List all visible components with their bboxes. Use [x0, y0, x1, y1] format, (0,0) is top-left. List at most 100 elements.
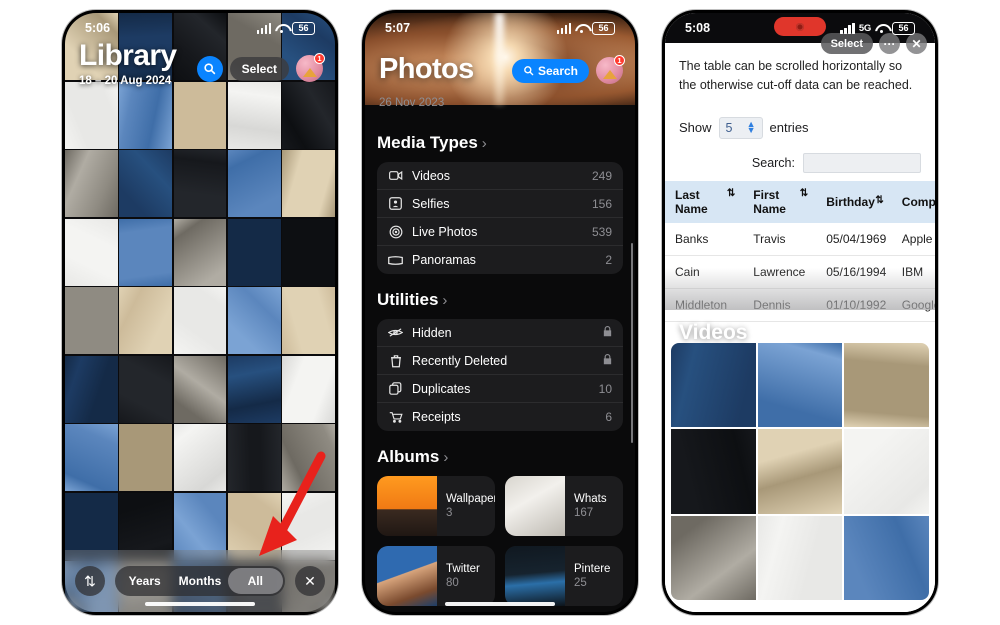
segment-years[interactable]: Years	[117, 568, 172, 594]
videos-thumbnail-grid[interactable]	[671, 343, 929, 600]
list-item-label: Live Photos	[412, 224, 478, 239]
video-thumbnail[interactable]	[671, 429, 756, 514]
video-thumbnail[interactable]	[844, 515, 929, 600]
photo-thumbnail[interactable]	[119, 81, 173, 149]
photo-thumbnail[interactable]	[282, 355, 335, 423]
photo-thumbnail[interactable]	[227, 287, 281, 354]
avatar[interactable]: 1	[296, 53, 325, 82]
column-header-first-name[interactable]: ⇅ First Name	[743, 180, 817, 223]
table-row[interactable]: Banks Travis 05/04/1969 Apple	[665, 222, 935, 256]
photo-thumbnail[interactable]	[173, 424, 227, 491]
list-item[interactable]: Live Photos 539	[377, 218, 623, 246]
segment-months[interactable]: Months	[172, 568, 227, 594]
column-header-birthday[interactable]: ⇅ Birthday	[816, 180, 892, 223]
list-item-label: Videos	[412, 168, 450, 183]
select-button[interactable]: Select	[229, 56, 289, 81]
entries-select[interactable]: 5 ▲ ▼	[718, 116, 763, 139]
sort-updown-icon[interactable]: ⇅	[75, 566, 105, 596]
photo-thumbnail[interactable]	[282, 150, 335, 217]
list-item-count: 249	[591, 168, 612, 183]
video-thumbnail[interactable]	[671, 515, 756, 600]
search-input[interactable]	[803, 152, 921, 173]
photo-thumbnail[interactable]	[65, 424, 118, 491]
close-icon[interactable]: ✕	[295, 566, 325, 596]
photo-thumbnail[interactable]	[227, 218, 281, 286]
video-thumbnail[interactable]	[844, 343, 929, 428]
column-label: First Name	[753, 187, 786, 216]
photos-scroll-body[interactable]: Media Types › Videos 249 Selfies 156 Liv…	[365, 117, 635, 612]
list-item[interactable]: Receipts 6	[377, 403, 623, 431]
column-header-last-name[interactable]: ⇅ Last Name	[665, 180, 744, 223]
list-item[interactable]: Panoramas 2	[377, 246, 623, 274]
album-card[interactable]: Whats 167	[505, 476, 623, 536]
list-item-label: Panoramas	[412, 253, 476, 267]
photo-thumbnail[interactable]	[119, 287, 173, 354]
hero-date-label: 26 Nov 2023	[379, 97, 445, 109]
library-photo-grid[interactable]	[65, 13, 335, 612]
photo-thumbnail[interactable]	[65, 218, 118, 286]
photo-thumbnail[interactable]	[227, 355, 281, 423]
section-title: Media Types	[377, 133, 478, 152]
table-screen: 5:08 5G 56 The table can be scrolled hor…	[665, 13, 935, 612]
photos-actions: Search 1	[511, 55, 625, 84]
photo-thumbnail[interactable]	[119, 424, 173, 491]
photo-thumbnail[interactable]	[282, 424, 335, 491]
photo-thumbnail[interactable]	[282, 287, 335, 354]
section-header-utilities[interactable]: Utilities ›	[377, 290, 623, 310]
photo-thumbnail[interactable]	[119, 355, 173, 423]
search-button[interactable]: Search	[511, 58, 589, 83]
video-thumbnail[interactable]	[757, 515, 843, 600]
album-thumbnail	[505, 546, 565, 606]
section-header-albums[interactable]: Albums ›	[377, 447, 623, 467]
video-thumbnail[interactable]	[844, 429, 929, 514]
column-header-company[interactable]: Compan	[891, 180, 935, 223]
timeframe-segmented-control[interactable]: Years Months All	[115, 566, 285, 596]
cell-first-name: Travis	[743, 222, 817, 256]
photo-thumbnail[interactable]	[173, 355, 227, 423]
photo-thumbnail[interactable]	[65, 81, 118, 149]
photo-thumbnail[interactable]	[173, 150, 227, 217]
photo-thumbnail[interactable]	[227, 424, 281, 491]
photo-thumbnail[interactable]	[65, 287, 118, 354]
cellular-signal-icon	[840, 22, 855, 34]
table-header-row: ⇅ Last Name ⇅ First Name ⇅ Birthday Comp	[665, 180, 935, 223]
photo-thumbnail[interactable]	[227, 81, 281, 149]
screenshot-stage: 5:06 56 Library 18 – 20 Aug 2024 Select	[0, 0, 1000, 625]
album-card[interactable]: Wallpapers 3	[377, 476, 495, 536]
vertical-scrollbar[interactable]	[630, 243, 633, 443]
video-thumbnail[interactable]	[757, 429, 843, 514]
show-label: Show	[679, 120, 712, 135]
album-card[interactable]: Twitter 80	[377, 546, 495, 606]
album-card[interactable]: Pintere 25	[505, 546, 623, 606]
photo-thumbnail[interactable]	[119, 218, 173, 286]
photo-thumbnail[interactable]	[65, 355, 118, 423]
video-thumbnail[interactable]	[757, 343, 843, 428]
avatar[interactable]: 1	[596, 55, 625, 84]
photo-thumbnail[interactable]	[173, 287, 227, 354]
photo-thumbnail[interactable]	[173, 81, 227, 149]
photo-thumbnail[interactable]	[65, 150, 118, 217]
photo-thumbnail[interactable]	[282, 81, 335, 149]
video-thumbnail[interactable]	[671, 343, 756, 428]
segment-all[interactable]: All	[227, 568, 283, 594]
photos-screen: 5:07 56 Photos 26 Nov 2023 Search 1 Medi…	[365, 13, 635, 612]
entries-label: entries	[769, 120, 809, 135]
search-button[interactable]	[196, 55, 223, 82]
list-item[interactable]: Hidden	[377, 319, 623, 347]
photo-thumbnail[interactable]	[119, 150, 173, 217]
chevron-right-icon: ›	[481, 134, 487, 152]
phone-photos: 5:07 56 Photos 26 Nov 2023 Search 1 Medi…	[362, 10, 638, 615]
photo-thumbnail[interactable]	[227, 150, 281, 217]
list-item[interactable]: Selfies 156	[377, 190, 623, 218]
phone-library: 5:06 56 Library 18 – 20 Aug 2024 Select	[62, 10, 338, 615]
photo-thumbnail[interactable]	[173, 218, 227, 286]
list-item[interactable]: Duplicates 10	[377, 375, 623, 403]
photo-thumbnail[interactable]	[282, 218, 335, 286]
list-item[interactable]: Recently Deleted	[377, 347, 623, 375]
avatar-image	[602, 70, 617, 79]
library-screen: 5:06 56 Library 18 – 20 Aug 2024 Select	[65, 13, 335, 612]
list-item[interactable]: Videos 249	[377, 162, 623, 190]
section-header-media-types[interactable]: Media Types ›	[377, 133, 623, 153]
list-item-label: Recently Deleted	[412, 353, 508, 368]
album-thumbnail	[505, 476, 565, 536]
